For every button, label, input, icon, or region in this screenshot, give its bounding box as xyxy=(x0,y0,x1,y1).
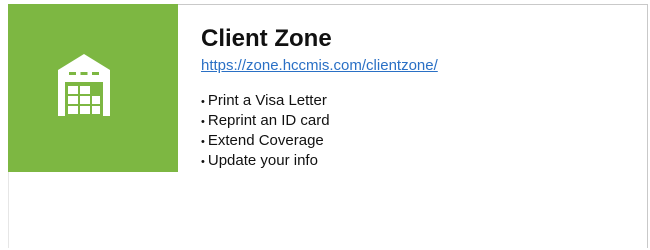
bullet-icon: • xyxy=(201,96,205,108)
list-item-label: Reprint an ID card xyxy=(207,112,330,129)
list-item: • Print a Visa Letter xyxy=(201,91,438,111)
list-item-label: Print a Visa Letter xyxy=(207,92,327,109)
list-item-label: Extend Coverage xyxy=(207,132,324,149)
list-item: • Reprint an ID card xyxy=(201,111,438,131)
list-item: • Update your info xyxy=(201,151,438,171)
service-list: • Print a Visa Letter • Reprint an ID card… xyxy=(201,91,438,171)
warehouse-icon xyxy=(58,54,110,116)
bullet-icon: • xyxy=(201,116,205,128)
client-zone-tile xyxy=(8,4,178,172)
list-item: • Extend Coverage xyxy=(201,131,438,151)
client-zone-link[interactable]: https://zone.hccmis.com/clientzone/ xyxy=(201,57,438,75)
card-content: Client Zone https://zone.hccmis.com/clie… xyxy=(201,24,438,171)
bullet-icon: • xyxy=(201,156,205,168)
bullet-icon: • xyxy=(201,136,205,148)
card-title: Client Zone xyxy=(201,25,332,52)
list-item-label: Update your info xyxy=(207,152,318,169)
